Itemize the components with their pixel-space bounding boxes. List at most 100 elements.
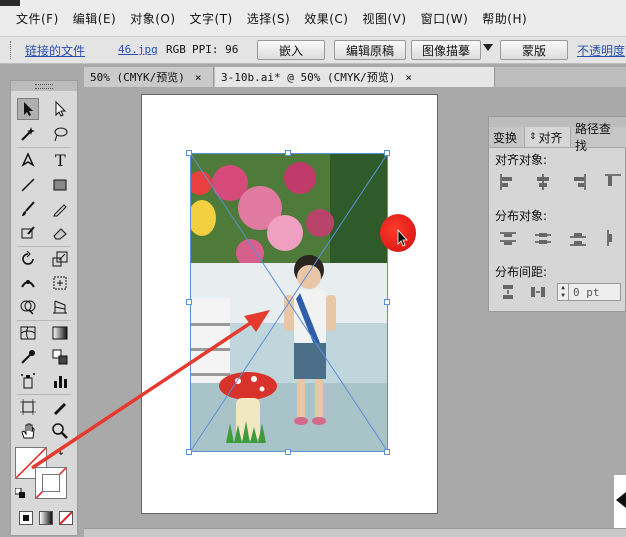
stroke-inner-swatch bbox=[42, 474, 60, 492]
tab-transform[interactable]: 变换 bbox=[489, 127, 525, 147]
free-transform-tool-icon[interactable] bbox=[49, 272, 71, 294]
zoom-tool-icon[interactable] bbox=[49, 420, 71, 442]
tools-panel: T ↷ bbox=[10, 80, 78, 536]
rotate-tool-icon[interactable] bbox=[17, 248, 39, 270]
tools-panel-header[interactable] bbox=[11, 81, 77, 91]
document-tabs: 50% (CMYK/预览) × 3-10b.ai* @ 50% (CMYK/预览… bbox=[84, 67, 626, 87]
menu-view[interactable]: 视图(V) bbox=[362, 10, 420, 27]
ppi-readout: PPI: 96 bbox=[192, 43, 239, 56]
lasso-tool-icon[interactable] bbox=[49, 123, 71, 145]
distribute-objects-label: 分布对象: bbox=[495, 209, 548, 223]
paintbrush-tool-icon[interactable] bbox=[17, 198, 39, 220]
menu-select[interactable]: 选择(S) bbox=[247, 10, 304, 27]
blob-brush-tool-icon[interactable] bbox=[17, 222, 39, 244]
align-top-icon[interactable] bbox=[604, 173, 622, 191]
spacing-value: 0 pt bbox=[573, 285, 600, 299]
resize-handle-middle-left[interactable] bbox=[186, 299, 192, 305]
width-tool-icon[interactable] bbox=[17, 272, 39, 294]
resize-handle-bottom-right[interactable] bbox=[384, 449, 390, 455]
color-mode: RGB bbox=[166, 43, 186, 56]
menu-edit[interactable]: 编辑(E) bbox=[73, 10, 130, 27]
close-icon[interactable]: × bbox=[195, 71, 202, 84]
menu-object[interactable]: 对象(O) bbox=[130, 10, 189, 27]
tab-pathfinder[interactable]: 路径查找 bbox=[571, 122, 626, 153]
opacity-link[interactable]: 不透明度 bbox=[577, 42, 625, 59]
control-bar: 链接的文件 46.jpg RGB PPI: 96 嵌入 编辑原稿 图像描摹 蒙版… bbox=[0, 37, 626, 64]
distribute-top-icon[interactable] bbox=[499, 229, 517, 247]
slice-tool-icon[interactable] bbox=[49, 396, 71, 418]
tab-document-2[interactable]: 3-10b.ai* @ 50% (CMYK/预览) × bbox=[215, 67, 495, 87]
distribute-spacing-label: 分布间距: bbox=[495, 265, 548, 279]
none-mode-icon[interactable] bbox=[59, 511, 73, 525]
gradient-tool-icon[interactable] bbox=[49, 322, 71, 344]
spacing-stepper-icon[interactable]: ▲ ▼ bbox=[558, 284, 569, 300]
menu-effect[interactable]: 效果(C) bbox=[304, 10, 362, 27]
align-right-icon[interactable] bbox=[569, 173, 587, 191]
blend-tool-icon[interactable] bbox=[49, 346, 71, 368]
symbol-sprayer-tool-icon[interactable] bbox=[17, 370, 39, 392]
cursor-highlight bbox=[380, 214, 416, 252]
align-left-icon[interactable] bbox=[499, 173, 517, 191]
distribute-left-icon[interactable] bbox=[604, 229, 622, 247]
selection-tool-icon[interactable] bbox=[17, 98, 39, 120]
control-bar-grip[interactable] bbox=[10, 41, 14, 59]
menu-file[interactable]: 文件(F) bbox=[16, 10, 73, 27]
image-trace-button[interactable]: 图像描摹 bbox=[411, 40, 481, 60]
distribute-horizontal-space-icon[interactable] bbox=[529, 283, 547, 301]
linked-file-name[interactable]: 46.jpg bbox=[118, 43, 158, 56]
resize-handle-middle-right[interactable] bbox=[384, 299, 390, 305]
tab-align[interactable]: ⇕ 对齐 bbox=[525, 127, 571, 147]
image-trace-dropdown-icon[interactable] bbox=[483, 44, 493, 51]
tab-label: 50% (CMYK/预览) bbox=[90, 71, 185, 84]
mesh-tool-icon[interactable] bbox=[17, 322, 39, 344]
mask-button[interactable]: 蒙版 bbox=[500, 40, 568, 60]
pen-tool-icon[interactable] bbox=[17, 149, 39, 171]
menu-items: 文件(F) 编辑(E) 对象(O) 文字(T) 选择(S) 效果(C) 视图(V… bbox=[16, 10, 541, 27]
align-panel: 变换 ⇕ 对齐 路径查找 对齐对象: 分布对象: 分布间距: ▲ ▼ 0 pt bbox=[488, 116, 626, 312]
tab-document-1[interactable]: 50% (CMYK/预览) × bbox=[84, 67, 214, 87]
resize-handle-bottom-center[interactable] bbox=[285, 449, 291, 455]
menu-help[interactable]: 帮助(H) bbox=[482, 10, 541, 27]
swap-fill-stroke-icon[interactable]: ↷ bbox=[55, 449, 63, 460]
resize-handle-top-left[interactable] bbox=[186, 150, 192, 156]
distribute-bottom-icon[interactable] bbox=[569, 229, 587, 247]
embed-button[interactable]: 嵌入 bbox=[257, 40, 325, 60]
menu-bar: 文件(F) 编辑(E) 对象(O) 文字(T) 选择(S) 效果(C) 视图(V… bbox=[0, 0, 626, 37]
gradient-mode-icon[interactable] bbox=[39, 511, 53, 525]
default-fill-stroke-icon[interactable] bbox=[14, 487, 25, 498]
type-tool-icon[interactable]: T bbox=[49, 149, 71, 171]
resize-handle-top-center[interactable] bbox=[285, 150, 291, 156]
scale-tool-icon[interactable] bbox=[49, 248, 71, 270]
edit-original-button[interactable]: 编辑原稿 bbox=[334, 40, 406, 60]
linked-file-link[interactable]: 链接的文件 bbox=[25, 42, 85, 59]
menu-window[interactable]: 窗口(W) bbox=[421, 10, 483, 27]
magic-wand-tool-icon[interactable] bbox=[17, 123, 39, 145]
close-icon[interactable]: × bbox=[405, 71, 412, 84]
selection-bounding-box[interactable] bbox=[190, 153, 388, 452]
distribute-vertical-space-icon[interactable] bbox=[499, 283, 517, 301]
eyedropper-tool-icon[interactable] bbox=[17, 346, 39, 368]
shape-builder-tool-icon[interactable] bbox=[17, 296, 39, 318]
stroke-swatch[interactable] bbox=[35, 467, 67, 499]
spacing-input[interactable]: ▲ ▼ 0 pt bbox=[557, 283, 621, 301]
resize-handle-top-right[interactable] bbox=[384, 150, 390, 156]
line-tool-icon[interactable] bbox=[17, 174, 39, 196]
rectangle-tool-icon[interactable] bbox=[49, 174, 71, 196]
collapse-arrow-icon[interactable] bbox=[616, 492, 626, 508]
artboard-tool-icon[interactable] bbox=[17, 396, 39, 418]
eraser-tool-icon[interactable] bbox=[49, 222, 71, 244]
distribute-vertical-center-icon[interactable] bbox=[534, 229, 552, 247]
align-horizontal-center-icon[interactable] bbox=[534, 173, 552, 191]
hand-tool-icon[interactable] bbox=[17, 420, 39, 442]
menu-type[interactable]: 文字(T) bbox=[190, 10, 247, 27]
column-graph-tool-icon[interactable] bbox=[49, 370, 71, 392]
resize-handle-bottom-left[interactable] bbox=[186, 449, 192, 455]
tab-align-arrows-icon: ⇕ bbox=[529, 132, 537, 142]
perspective-grid-tool-icon[interactable] bbox=[49, 296, 71, 318]
pencil-tool-icon[interactable] bbox=[49, 198, 71, 220]
color-mode-icon[interactable] bbox=[19, 511, 33, 525]
tab-label: 3-10b.ai* @ 50% (CMYK/预览) bbox=[221, 71, 396, 84]
align-objects-label: 对齐对象: bbox=[495, 153, 548, 167]
svg-text:T: T bbox=[55, 151, 66, 169]
direct-selection-tool-icon[interactable] bbox=[49, 98, 71, 120]
